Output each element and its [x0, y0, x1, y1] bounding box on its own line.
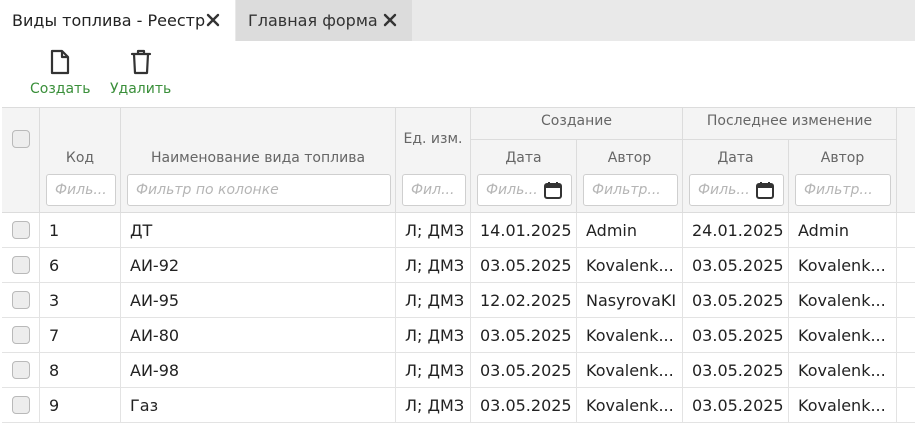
column-header-code[interactable]: Код	[40, 149, 120, 167]
cell-created-date: 14.01.2025	[480, 221, 572, 240]
cell-created-author: Kovalenk...	[586, 361, 674, 380]
table-row[interactable]: 9 Газ Л; ДМЗ 03.05.2025 Kovalenk... 03.0…	[2, 388, 915, 423]
cell-name: Газ	[130, 396, 159, 415]
tab-bar: Виды топлива - Реестр Главная форма	[0, 0, 915, 41]
cell-modified-date: 03.05.2025	[692, 291, 784, 310]
column-header-modified-author[interactable]: Автор	[789, 149, 896, 167]
table-row[interactable]: 1 ДТ Л; ДМЗ 14.01.2025 Admin 24.01.2025 …	[2, 213, 915, 248]
column-group-modified: Последнее изменение	[706, 113, 873, 129]
cell-unit: Л; ДМЗ	[405, 326, 465, 345]
cell-name: АИ-80	[130, 326, 180, 345]
cell-created-author: Kovalenk...	[586, 326, 674, 345]
close-icon[interactable]	[205, 12, 221, 28]
column-header-created-date[interactable]: Дата	[471, 149, 576, 167]
cell-name: АИ-92	[130, 256, 180, 275]
row-checkbox[interactable]	[12, 256, 30, 274]
select-all-checkbox[interactable]	[12, 130, 30, 148]
cell-modified-author: Kovalenk...	[798, 326, 886, 345]
column-header-unit[interactable]: Ед. изм.	[402, 130, 464, 148]
cell-created-date: 03.05.2025	[480, 326, 572, 345]
cell-unit: Л; ДМЗ	[405, 361, 465, 380]
cell-code: 6	[49, 256, 60, 275]
cell-name: ДТ	[130, 221, 153, 240]
row-checkbox[interactable]	[12, 326, 30, 344]
delete-label: Удалить	[110, 81, 172, 97]
cell-created-author: Kovalenk...	[586, 396, 674, 415]
create-label: Создать	[30, 81, 91, 97]
tab-main-form[interactable]: Главная форма	[236, 0, 412, 41]
cell-created-date: 03.05.2025	[480, 361, 572, 380]
delete-button[interactable]: Удалить	[110, 49, 171, 97]
cell-unit: Л; ДМЗ	[405, 256, 465, 275]
create-button[interactable]: Создать	[30, 49, 90, 97]
column-header-modified-date[interactable]: Дата	[683, 149, 788, 167]
cell-modified-author: Kovalenk...	[798, 256, 886, 275]
tab-fuel-registry[interactable]: Виды топлива - Реестр	[0, 0, 235, 41]
cell-modified-date: 03.05.2025	[692, 326, 784, 345]
cell-created-date: 03.05.2025	[480, 256, 572, 275]
cell-code: 7	[49, 326, 60, 345]
table-row[interactable]: 6 АИ-92 Л; ДМЗ 03.05.2025 Kovalenk... 03…	[2, 248, 915, 283]
cell-modified-date: 03.05.2025	[692, 256, 784, 275]
filter-created-date-input[interactable]: Филь...	[477, 174, 572, 206]
cell-created-date: 03.05.2025	[480, 396, 572, 415]
cell-created-author: Kovalenk...	[586, 256, 674, 275]
column-group-created: Создание	[541, 113, 612, 129]
row-checkbox[interactable]	[12, 396, 30, 414]
filter-modified-date-input[interactable]: Филь...	[689, 174, 784, 206]
cell-created-author: Admin	[586, 221, 637, 240]
file-icon	[51, 49, 70, 75]
row-checkbox[interactable]	[12, 361, 30, 379]
cell-unit: Л; ДМЗ	[405, 396, 465, 415]
calendar-icon[interactable]	[755, 180, 775, 200]
cell-created-date: 12.02.2025	[480, 291, 572, 310]
cell-code: 9	[49, 396, 60, 415]
cell-modified-date: 03.05.2025	[692, 396, 784, 415]
filter-name-input[interactable]: Фильтр по колонке	[127, 174, 391, 206]
filter-created-author-input[interactable]: Фильтр...	[583, 174, 678, 206]
filter-unit-input[interactable]: Фил...	[402, 174, 466, 206]
filter-modified-author-input[interactable]: Фильтр...	[795, 174, 891, 206]
cell-modified-date: 03.05.2025	[692, 361, 784, 380]
cell-unit: Л; ДМЗ	[405, 291, 465, 310]
column-header-created-author[interactable]: Автор	[577, 149, 682, 167]
tab-label: Виды топлива - Реестр	[12, 11, 206, 30]
cell-code: 3	[49, 291, 60, 310]
cell-code: 8	[49, 361, 60, 380]
table-row[interactable]: 7 АИ-80 Л; ДМЗ 03.05.2025 Kovalenk... 03…	[2, 318, 915, 353]
cell-modified-author: Admin	[798, 221, 849, 240]
cell-modified-author: Kovalenk...	[798, 291, 886, 310]
filter-code-input[interactable]: Филь...	[46, 174, 116, 206]
cell-created-author: NasyrovaKI	[586, 291, 677, 310]
tab-label: Главная форма	[248, 11, 378, 30]
cell-unit: Л; ДМЗ	[405, 221, 465, 240]
column-header-name[interactable]: Наименование вида топлива	[121, 149, 395, 167]
cell-modified-date: 24.01.2025	[692, 221, 784, 240]
cell-name: АИ-98	[130, 361, 180, 380]
cell-modified-author: Kovalenk...	[798, 396, 886, 415]
table-row[interactable]: 8 АИ-98 Л; ДМЗ 03.05.2025 Kovalenk... 03…	[2, 353, 915, 388]
close-icon[interactable]	[382, 12, 398, 28]
table-row[interactable]: 3 АИ-95 Л; ДМЗ 12.02.2025 NasyrovaKI 03.…	[2, 283, 915, 318]
row-checkbox[interactable]	[12, 291, 30, 309]
cell-modified-author: Kovalenk...	[798, 361, 886, 380]
grid-header: Код Наименование вида топлива Ед. изм. С…	[2, 107, 915, 214]
cell-name: АИ-95	[130, 291, 180, 310]
toolbar: Создать Удалить	[0, 41, 915, 107]
trash-icon	[130, 49, 151, 75]
calendar-icon[interactable]	[543, 180, 563, 200]
cell-code: 1	[49, 221, 60, 240]
row-checkbox[interactable]	[12, 221, 30, 239]
